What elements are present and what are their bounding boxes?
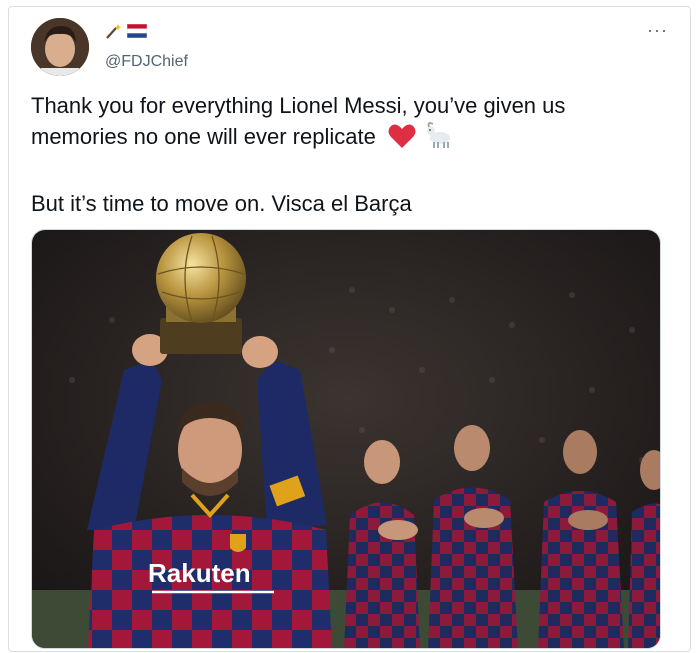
tweet-text-line-3: But it’s time to move on. Visca el Barça: [31, 191, 412, 216]
user-handle[interactable]: @FDJChief: [105, 53, 188, 71]
red-heart-icon: [388, 123, 416, 157]
tweet-photo[interactable]: Rakuten: [31, 229, 661, 649]
tweet-text: Thank you for everything Lionel Messi, y…: [31, 90, 671, 219]
tweet-text-line-2: memories no one will ever replicate: [31, 121, 671, 157]
display-name-icons: [105, 23, 148, 44]
goat-icon: [424, 121, 454, 157]
sponsor-logo: Rakuten: [148, 558, 251, 588]
more-options-icon[interactable]: ···: [647, 21, 668, 39]
magic-wand-icon: [105, 23, 123, 44]
tweet-card: @FDJChief ··· Thank you for everything L…: [8, 6, 691, 652]
netherlands-flag-icon: [126, 23, 148, 43]
avatar[interactable]: [31, 18, 89, 76]
tweet-text-line-1: Thank you for everything Lionel Messi, y…: [31, 93, 566, 118]
